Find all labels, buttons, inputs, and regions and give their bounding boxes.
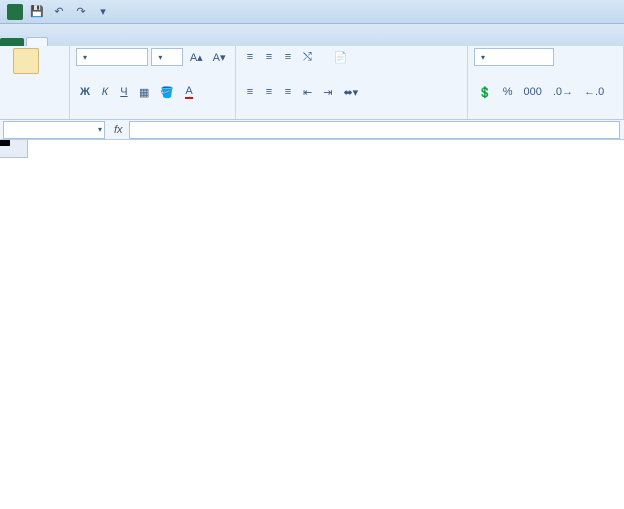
- title-bar: 💾 ↶ ↷ ▾: [0, 0, 624, 24]
- font-size-combo[interactable]: ▾: [151, 48, 183, 66]
- bold-button[interactable]: Ж: [76, 83, 94, 101]
- increase-indent-icon[interactable]: ⇥: [319, 83, 336, 101]
- redo-icon[interactable]: ↷: [72, 3, 90, 21]
- underline-button[interactable]: Ч: [116, 83, 132, 101]
- tab-review[interactable]: [128, 38, 148, 46]
- undo-icon[interactable]: ↶: [50, 3, 68, 21]
- tab-formulas[interactable]: [88, 38, 108, 46]
- ribbon-tabs: [0, 24, 624, 46]
- formula-bar-row: ▾ fx: [0, 120, 624, 140]
- tab-insert[interactable]: [48, 38, 68, 46]
- qat-dropdown-icon[interactable]: ▾: [94, 3, 112, 21]
- align-middle-icon[interactable]: ≡: [261, 48, 277, 66]
- align-top-icon[interactable]: ≡: [242, 48, 258, 66]
- clipboard-icon: [13, 48, 39, 74]
- merge-center-button[interactable]: ⬌ ▾: [339, 83, 362, 101]
- ribbon: ▾ ▾ A▴ A▾ Ж К Ч ▦ 🪣 A ≡ ≡ ≡ ⤭ 📄 ≡ ≡ ≡ ⇤: [0, 46, 624, 120]
- decrease-font-icon[interactable]: A▾: [209, 48, 229, 66]
- orientation-icon[interactable]: ⤭: [299, 48, 316, 66]
- quick-access-toolbar: 💾 ↶ ↷ ▾: [6, 3, 112, 21]
- active-cell[interactable]: [0, 140, 10, 146]
- wrap-text-button[interactable]: 📄: [330, 48, 352, 66]
- comma-icon[interactable]: 000: [519, 83, 545, 101]
- increase-decimal-icon[interactable]: .0→: [549, 83, 577, 101]
- currency-icon[interactable]: 💲: [474, 83, 496, 101]
- tab-page-layout[interactable]: [68, 38, 88, 46]
- fx-icon[interactable]: fx: [108, 124, 129, 136]
- align-bottom-icon[interactable]: ≡: [280, 48, 296, 66]
- formula-bar[interactable]: [129, 121, 620, 139]
- decrease-indent-icon[interactable]: ⇤: [299, 83, 316, 101]
- border-button[interactable]: ▦: [135, 83, 153, 101]
- align-right-icon[interactable]: ≡: [280, 83, 296, 101]
- font-name-combo[interactable]: ▾: [76, 48, 148, 66]
- tab-file[interactable]: [0, 38, 24, 46]
- font-color-button[interactable]: A: [181, 83, 197, 101]
- fill-color-button[interactable]: 🪣: [156, 83, 178, 101]
- number-format-combo[interactable]: ▾: [474, 48, 554, 66]
- group-alignment: [242, 118, 461, 119]
- excel-icon[interactable]: [6, 3, 24, 21]
- paste-button[interactable]: [6, 48, 46, 76]
- align-left-icon[interactable]: ≡: [242, 83, 258, 101]
- align-center-icon[interactable]: ≡: [261, 83, 277, 101]
- group-clipboard: [6, 118, 63, 119]
- italic-button[interactable]: К: [97, 83, 113, 101]
- name-box[interactable]: ▾: [3, 121, 105, 139]
- decrease-decimal-icon[interactable]: ←.0: [580, 83, 608, 101]
- tab-home[interactable]: [26, 37, 48, 46]
- tab-view[interactable]: [148, 38, 168, 46]
- increase-font-icon[interactable]: A▴: [186, 48, 206, 66]
- save-icon[interactable]: 💾: [28, 3, 46, 21]
- tab-data[interactable]: [108, 38, 128, 46]
- group-number: [474, 118, 617, 119]
- percent-icon[interactable]: %: [499, 83, 517, 101]
- group-font: [76, 118, 229, 119]
